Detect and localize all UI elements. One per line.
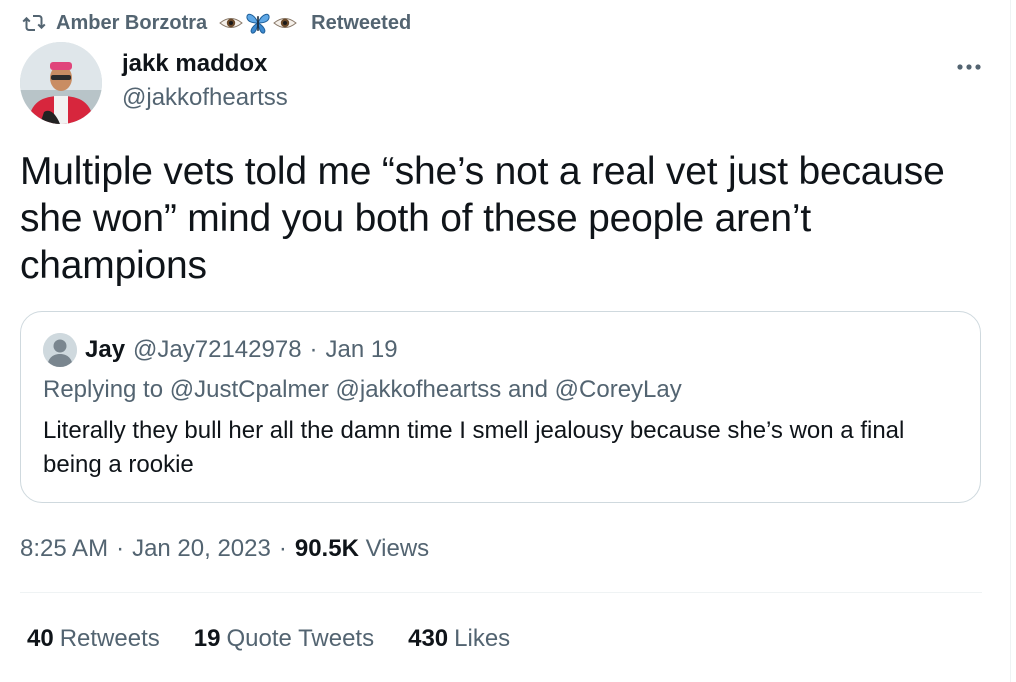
likes-stat[interactable]: 430 Likes: [408, 625, 510, 653]
avatar[interactable]: [20, 42, 102, 124]
separator-dot: ·: [116, 535, 125, 562]
views-count: 90.5K: [294, 535, 359, 562]
likes-count: 430: [408, 625, 449, 652]
retweeted-label: Retweeted: [311, 11, 412, 34]
quoted-author-name: Jay: [85, 336, 126, 363]
more-options-button[interactable]: [952, 50, 986, 84]
quoted-date: Jan 19: [325, 336, 398, 363]
tweet-date[interactable]: Jan 20, 2023: [132, 535, 271, 563]
quoted-tweet-card[interactable]: Jay @Jay72142978 · Jan 19 Replying to @J…: [20, 311, 981, 503]
mention-link: @JustCpalmer: [169, 376, 329, 403]
tweet-text: Multiple vets told me “she’s not a real …: [20, 150, 945, 287]
quoted-author-handle: @Jay72142978: [133, 336, 302, 363]
retweets-count: 40: [27, 625, 54, 652]
retweeter-name-link[interactable]: Amber Borzotra: [56, 12, 207, 34]
eye-icon: [273, 14, 297, 32]
separator-dot: ·: [278, 535, 287, 562]
more-dots-icon: [956, 58, 982, 76]
divider: [20, 592, 982, 593]
quote-tweets-count: 19: [193, 625, 221, 652]
quoted-tweet-header: Jay @Jay72142978 · Jan 19: [43, 333, 398, 367]
separator-dot: ·: [309, 336, 318, 363]
butterfly-icon: [245, 11, 271, 35]
tweet-page: Amber Borzotra Retweeted jakk maddox @ja…: [0, 0, 1016, 682]
quoted-avatar: [43, 333, 77, 367]
author-handle[interactable]: @jakkofheartss: [122, 82, 288, 114]
engagement-stats: 40 Retweets 19 Quote Tweets 430 Likes: [27, 622, 510, 656]
scroll-edge: [1010, 0, 1016, 682]
tweet-time[interactable]: 8:25 AM: [20, 535, 108, 563]
likes-label: Likes: [454, 625, 511, 652]
author-display-name[interactable]: jakk maddox: [122, 48, 288, 80]
retweet-icon: [22, 13, 46, 33]
mention-link: @jakkofheartss: [335, 376, 502, 403]
name-emoji: [219, 11, 297, 35]
replying-to-line: Replying to @JustCpalmer @jakkofheartss …: [43, 374, 682, 406]
retweet-context: Amber Borzotra Retweeted: [22, 9, 411, 37]
retweets-stat[interactable]: 40 Retweets: [27, 625, 160, 653]
mention-link: @CoreyLay: [554, 376, 682, 403]
tweet-meta: 8:25 AM · Jan 20, 2023 · 90.5K Views: [20, 533, 429, 565]
views[interactable]: 90.5K Views: [295, 535, 429, 563]
and-word: and: [507, 376, 548, 403]
quote-tweets-stat[interactable]: 19 Quote Tweets: [194, 625, 374, 653]
views-label: Views: [365, 535, 430, 562]
quote-tweets-label: Quote Tweets: [226, 625, 375, 652]
retweets-label: Retweets: [59, 625, 160, 652]
replying-prefix: Replying to: [43, 376, 164, 403]
eye-icon: [219, 14, 243, 32]
tweet-header: jakk maddox @jakkofheartss: [20, 42, 986, 126]
author-names: jakk maddox @jakkofheartss: [122, 48, 288, 114]
quoted-tweet-text: Literally they bull her all the damn tim…: [43, 417, 905, 478]
